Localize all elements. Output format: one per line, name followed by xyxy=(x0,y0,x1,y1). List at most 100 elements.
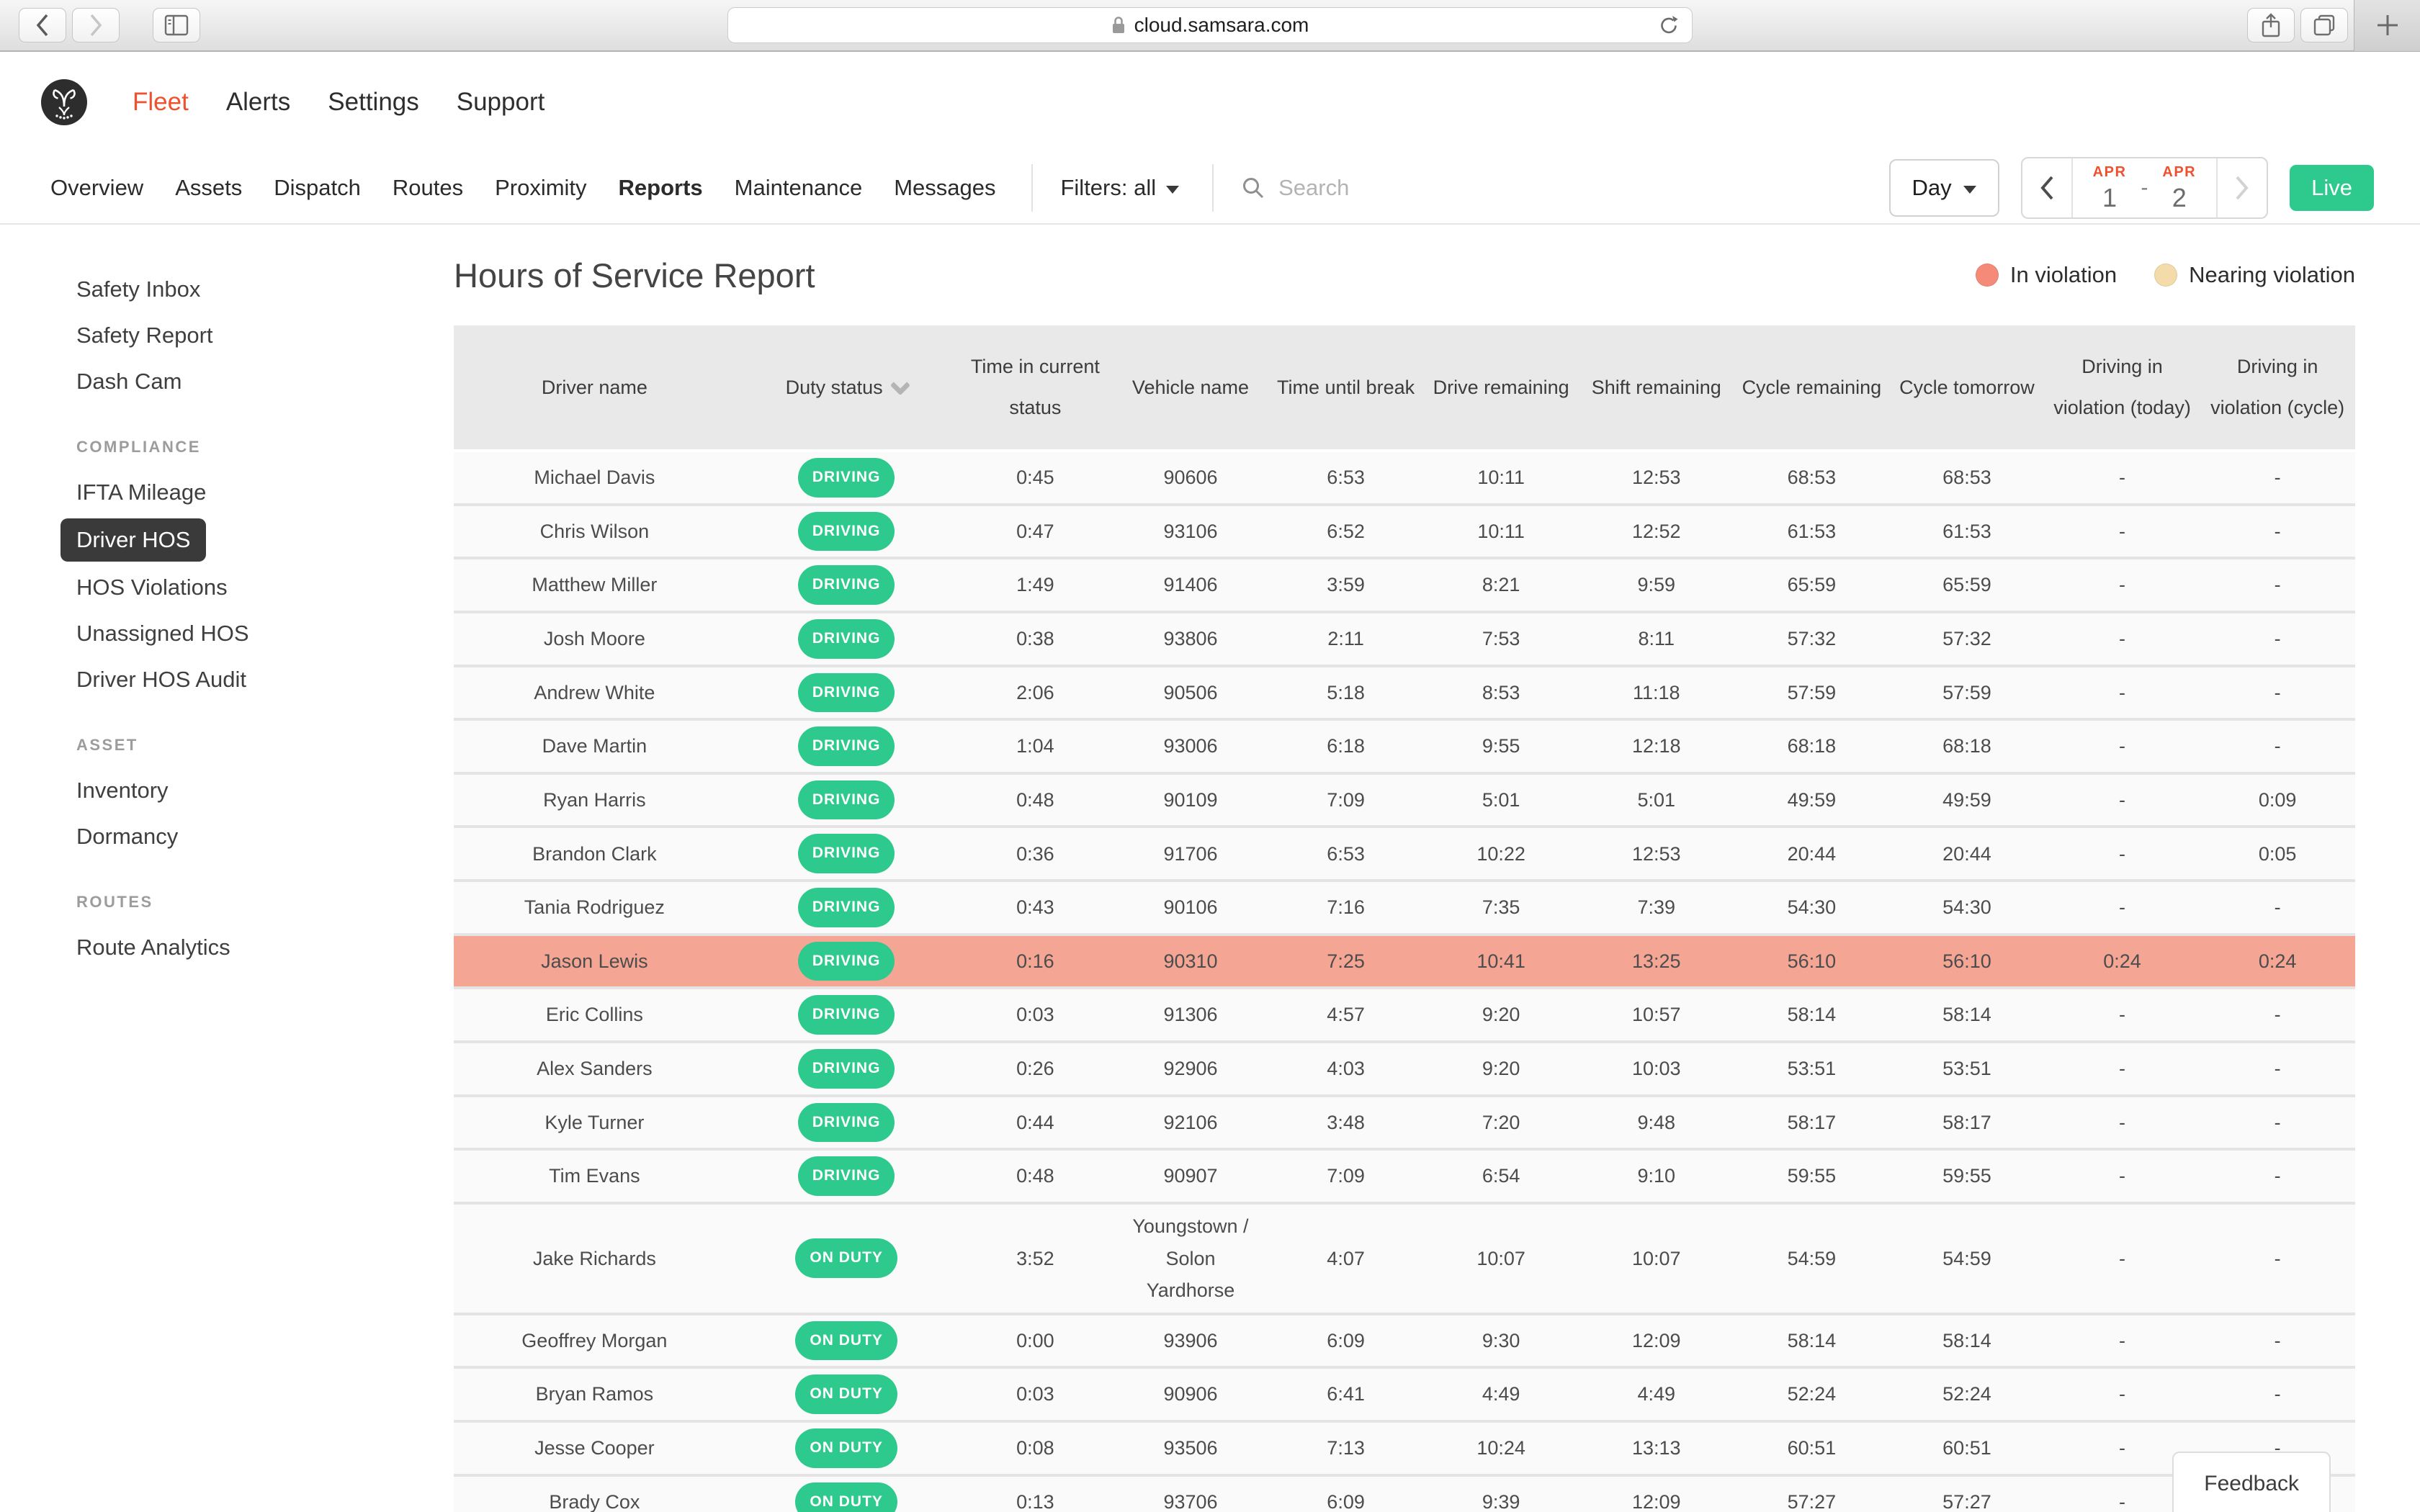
previous-date-button[interactable] xyxy=(2022,158,2071,217)
column-header-cycle-remaining[interactable]: Cycle remaining xyxy=(1734,325,1890,449)
browser-back-button[interactable] xyxy=(19,8,66,42)
table-row-tania-rodriguez[interactable]: Tania RodriguezDRIVING0:43901067:167:357… xyxy=(454,879,2355,933)
nav-item-fleet[interactable]: Fleet xyxy=(133,88,189,117)
nav-item-settings[interactable]: Settings xyxy=(328,88,418,117)
browser-sidebar-toggle-button[interactable] xyxy=(153,8,200,42)
column-header-time-in-current-status[interactable]: Time in current status xyxy=(958,325,1113,449)
table-row-eric-collins[interactable]: Eric CollinsDRIVING0:03913064:579:2010:5… xyxy=(454,986,2355,1040)
table-row-michael-davis[interactable]: Michael DavisDRIVING0:45906066:5310:1112… xyxy=(454,452,2355,503)
subnav-item-maintenance[interactable]: Maintenance xyxy=(735,175,863,201)
sidebar-item-driver-hos-audit[interactable]: Driver HOS Audit xyxy=(76,657,454,703)
live-button[interactable]: Live xyxy=(2290,165,2374,211)
cell-viol-today: - xyxy=(2045,1101,2200,1145)
sidebar-item-ifta-mileage[interactable]: IFTA Mileage xyxy=(76,469,454,516)
feedback-button[interactable]: Feedback xyxy=(2172,1452,2331,1512)
sidebar-item-dash-cam[interactable]: Dash Cam xyxy=(76,359,454,405)
cell-driver-name: Michael Davis xyxy=(454,456,735,500)
cell-drive: 10:11 xyxy=(1423,456,1579,500)
subnav-item-assets[interactable]: Assets xyxy=(175,175,242,201)
filters-dropdown[interactable]: Filters: all xyxy=(1060,175,1179,201)
cell-time-in-status: 0:44 xyxy=(958,1101,1113,1145)
sidebar-item-route-analytics[interactable]: Route Analytics xyxy=(76,924,454,971)
column-header-drive-remaining[interactable]: Drive remaining xyxy=(1423,325,1579,449)
sidebar-item-safety-inbox[interactable]: Safety Inbox xyxy=(76,266,454,312)
table-row-bryan-ramos[interactable]: Bryan RamosON DUTY0:03909066:414:494:495… xyxy=(454,1366,2355,1420)
cell-vehicle: 93806 xyxy=(1113,617,1268,661)
tab-overview-button[interactable] xyxy=(2300,8,2348,42)
table-row-brandon-clark[interactable]: Brandon ClarkDRIVING0:36917066:5310:2212… xyxy=(454,825,2355,879)
column-header-cycle-tomorrow[interactable]: Cycle tomorrow xyxy=(1889,325,2045,449)
divider xyxy=(1031,164,1033,212)
cell-viol-today: - xyxy=(2045,993,2200,1037)
sidebar-item-dormancy[interactable]: Dormancy xyxy=(76,814,454,860)
table-row-dave-martin[interactable]: Dave MartinDRIVING1:04930066:189:5512:18… xyxy=(454,718,2355,772)
next-date-button[interactable] xyxy=(2218,158,2267,217)
date-range-picker: APR 1 - APR 2 xyxy=(2021,157,2268,219)
cell-until-break: 6:09 xyxy=(1268,1480,1424,1512)
column-header-driving-in-violation-cycle[interactable]: Driving in violation (cycle) xyxy=(2200,325,2355,449)
table-row-brady-cox[interactable]: Brady CoxON DUTY0:13937066:099:3912:0957… xyxy=(454,1474,2355,1512)
table-row-josh-moore[interactable]: Josh MooreDRIVING0:38938062:117:538:1157… xyxy=(454,611,2355,665)
cell-until-break: 6:41 xyxy=(1268,1372,1424,1416)
table-row-ryan-harris[interactable]: Ryan HarrisDRIVING0:48901097:095:015:014… xyxy=(454,772,2355,826)
subnav-item-reports[interactable]: Reports xyxy=(619,175,703,201)
column-header-duty-status[interactable]: Duty status xyxy=(735,325,958,449)
search-input[interactable]: Search xyxy=(1241,175,1349,201)
sidebar-item-safety-report[interactable]: Safety Report xyxy=(76,312,454,359)
share-button[interactable] xyxy=(2247,8,2295,42)
subnav-item-routes[interactable]: Routes xyxy=(393,175,463,201)
cell-drive: 10:41 xyxy=(1423,940,1579,984)
table-row-matthew-miller[interactable]: Matthew MillerDRIVING1:49914063:598:219:… xyxy=(454,557,2355,611)
reload-button[interactable] xyxy=(1657,14,1680,37)
cell-time-in-status: 0:47 xyxy=(958,510,1113,554)
cell-cycle-tomorrow: 49:59 xyxy=(1889,778,2045,822)
sidebar-item-inventory[interactable]: Inventory xyxy=(76,768,454,814)
table-row-jake-richards[interactable]: Jake RichardsON DUTY3:52Youngstown / Sol… xyxy=(454,1202,2355,1313)
cell-viol-cycle: - xyxy=(2200,993,2355,1037)
table-row-tim-evans[interactable]: Tim EvansDRIVING0:48909077:096:549:1059:… xyxy=(454,1148,2355,1202)
cell-duty-status: DRIVING xyxy=(735,613,958,665)
table-row-jesse-cooper[interactable]: Jesse CooperON DUTY0:08935067:1310:2413:… xyxy=(454,1420,2355,1474)
duty-status-badge: DRIVING xyxy=(798,726,895,766)
cell-viol-today: - xyxy=(2045,671,2200,715)
column-header-vehicle-name[interactable]: Vehicle name xyxy=(1113,325,1268,449)
cell-driver-name: Andrew White xyxy=(454,671,735,715)
sidebar-item-hos-violations[interactable]: HOS Violations xyxy=(76,564,454,611)
cell-duty-status: ON DUTY xyxy=(735,1369,958,1420)
cell-until-break: 6:53 xyxy=(1268,832,1424,876)
cell-until-break: 7:16 xyxy=(1268,886,1424,930)
subnav-item-dispatch[interactable]: Dispatch xyxy=(274,175,361,201)
cell-cycle-tomorrow: 58:14 xyxy=(1889,1319,2045,1363)
sidebar-item-unassigned-hos[interactable]: Unassigned HOS xyxy=(76,611,454,657)
subnav-item-overview[interactable]: Overview xyxy=(50,175,143,201)
column-header-label: Shift remaining xyxy=(1592,367,1721,408)
address-bar[interactable]: cloud.samsara.com xyxy=(727,7,1693,43)
new-tab-button[interactable] xyxy=(2354,0,2420,51)
column-header-driver-name[interactable]: Driver name xyxy=(454,325,735,449)
subnav-item-messages[interactable]: Messages xyxy=(894,175,995,201)
table-row-kyle-turner[interactable]: Kyle TurnerDRIVING0:44921063:487:209:485… xyxy=(454,1094,2355,1148)
sidebar-item-driver-hos[interactable]: Driver HOS xyxy=(60,518,206,562)
column-header-shift-remaining[interactable]: Shift remaining xyxy=(1579,325,1734,449)
column-header-driving-in-violation-today[interactable]: Driving in violation (today) xyxy=(2045,325,2200,449)
samsara-logo[interactable] xyxy=(40,78,88,126)
cell-cycle: 56:10 xyxy=(1734,940,1890,984)
date-range-display[interactable]: APR 1 - APR 2 xyxy=(2071,158,2218,217)
browser-forward-button[interactable] xyxy=(72,8,120,42)
table-row-geoffrey-morgan[interactable]: Geoffrey MorganON DUTY0:00939066:099:301… xyxy=(454,1313,2355,1367)
cell-duty-status: DRIVING xyxy=(735,559,958,611)
subnav-item-proximity[interactable]: Proximity xyxy=(495,175,586,201)
nav-item-support[interactable]: Support xyxy=(457,88,545,117)
nav-item-alerts[interactable]: Alerts xyxy=(226,88,290,117)
duty-status-badge: ON DUTY xyxy=(795,1374,897,1414)
share-icon xyxy=(2262,13,2280,37)
cell-time-in-status: 0:26 xyxy=(958,1047,1113,1091)
table-row-chris-wilson[interactable]: Chris WilsonDRIVING0:47931066:5210:1112:… xyxy=(454,503,2355,557)
live-label: Live xyxy=(2311,175,2352,201)
table-row-jason-lewis[interactable]: Jason LewisDRIVING0:16903107:2510:4113:2… xyxy=(454,933,2355,987)
cell-time-in-status: 0:43 xyxy=(958,886,1113,930)
table-row-alex-sanders[interactable]: Alex SandersDRIVING0:26929064:039:2010:0… xyxy=(454,1040,2355,1094)
table-row-andrew-white[interactable]: Andrew WhiteDRIVING2:06905065:188:5311:1… xyxy=(454,665,2355,719)
period-dropdown[interactable]: Day xyxy=(1889,159,1999,217)
column-header-time-until-break[interactable]: Time until break xyxy=(1268,325,1424,449)
